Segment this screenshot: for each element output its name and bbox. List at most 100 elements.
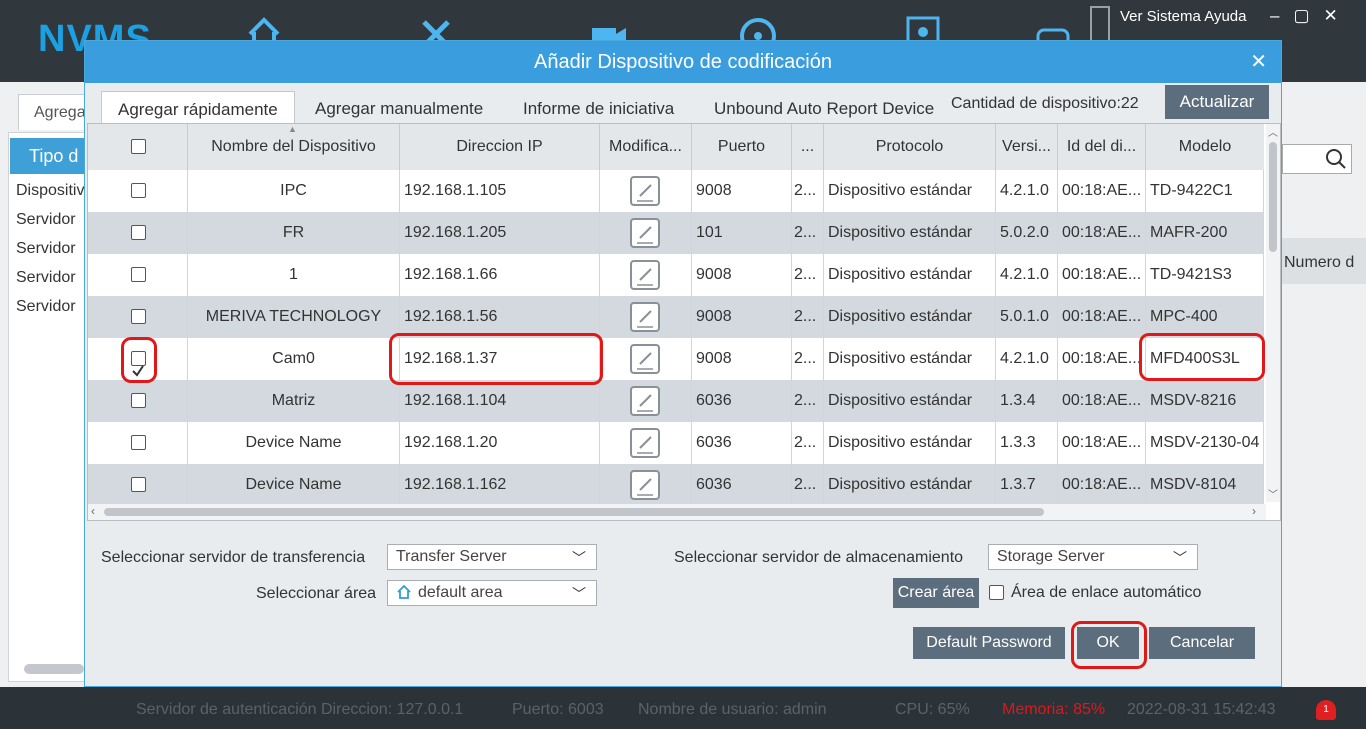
tab-quick-add[interactable]: Agregar rápidamente	[101, 91, 295, 124]
cell-device-name: FR	[188, 212, 400, 254]
vertical-scrollbar[interactable]: ︿ ﹀	[1266, 124, 1280, 502]
highlight-model	[1139, 333, 1265, 381]
background-scrollbar[interactable]	[24, 664, 84, 674]
cell-version: 4.2.1.0	[996, 338, 1058, 380]
cell-device-id: 00:18:AE...	[1058, 422, 1146, 464]
storage-server-label: Seleccionar servidor de almacenamiento	[674, 549, 964, 566]
storage-server-select[interactable]: Storage Server ﹀	[988, 544, 1198, 570]
header-version[interactable]: Versi...	[996, 124, 1058, 170]
tab-manual-add[interactable]: Agregar manualmente	[299, 91, 499, 124]
table-row[interactable]: MERIVA TECHNOLOGY 192.168.1.56 9008 2... Dis…	[88, 296, 1264, 338]
horizontal-scroll-thumb[interactable]	[104, 508, 1044, 516]
table-row[interactable]: Matriz 192.168.1.104 6036 2... Dispositivo e…	[88, 380, 1264, 422]
table-row[interactable]: FR 192.168.1.205 101 2... Dispositivo estánd…	[88, 212, 1264, 254]
cell-version: 4.2.1.0	[996, 254, 1058, 296]
row-checkbox[interactable]	[131, 267, 146, 282]
transfer-server-label: Seleccionar servidor de transferencia	[101, 549, 366, 566]
scroll-right-icon[interactable]: ›	[1252, 504, 1256, 518]
cell-model: MSDV-2130-04	[1146, 422, 1264, 464]
scroll-up-icon[interactable]: ︿	[1268, 124, 1278, 139]
cell-model: MSDV-8104	[1146, 464, 1264, 504]
row-checkbox[interactable]	[131, 225, 146, 240]
user-status: Nombre de usuario: admin	[638, 701, 827, 718]
table-row[interactable]: Cam0 192.168.1.37 9008 2... Dispositivo está…	[88, 338, 1264, 380]
table-row[interactable]: 1 192.168.1.66 9008 2... Dispositivo estánda…	[88, 254, 1264, 296]
main-menu[interactable]: Ver Sistema Ayuda	[1120, 8, 1246, 25]
cancel-button[interactable]: Cancelar	[1149, 627, 1255, 659]
device-type-item[interactable]: Servidor	[16, 240, 76, 258]
search-input[interactable]	[1282, 144, 1352, 174]
transfer-server-value: Transfer Server	[396, 548, 507, 565]
transfer-server-select[interactable]: Transfer Server ﹀	[387, 544, 597, 570]
area-select[interactable]: default area ﹀	[387, 580, 597, 606]
cell-modify	[600, 464, 692, 504]
tab-initiative-report[interactable]: Informe de iniciativa	[507, 91, 690, 124]
cell-device-id: 00:18:AE...	[1058, 296, 1146, 338]
cell-col5: 2...	[792, 422, 824, 464]
cell-version: 5.0.2.0	[996, 212, 1058, 254]
header-device-id[interactable]: Id del di...	[1058, 124, 1146, 170]
cell-modify	[600, 422, 692, 464]
horizontal-scrollbar[interactable]: ‹ ›	[88, 504, 1266, 520]
cell-col5: 2...	[792, 254, 824, 296]
edit-icon[interactable]	[630, 302, 660, 332]
header-modify[interactable]: Modifica...	[600, 124, 692, 170]
device-type-item[interactable]: Servidor	[16, 298, 76, 316]
table-row[interactable]: IPC 192.168.1.105 9008 2... Dispositivo está…	[88, 170, 1264, 212]
edit-icon[interactable]	[630, 218, 660, 248]
cell-checkbox	[88, 170, 188, 212]
alarm-bell-icon[interactable]: 1	[1316, 700, 1336, 720]
edit-icon[interactable]	[630, 344, 660, 374]
header-protocol[interactable]: Protocolo	[824, 124, 996, 170]
cell-modify	[600, 296, 692, 338]
device-type-item[interactable]: Servidor	[16, 269, 76, 287]
header-device-name[interactable]: Nombre del Dispositivo	[188, 124, 400, 170]
scroll-down-icon[interactable]: ﹀	[1268, 486, 1278, 501]
edit-icon[interactable]	[630, 176, 660, 206]
row-checkbox[interactable]	[131, 393, 146, 408]
cell-checkbox	[88, 422, 188, 464]
cell-ip: 192.168.1.205	[400, 212, 600, 254]
edit-icon[interactable]	[630, 260, 660, 290]
edit-icon[interactable]	[630, 470, 660, 500]
edit-icon[interactable]	[630, 428, 660, 458]
edit-icon[interactable]	[630, 386, 660, 416]
cell-version: 5.0.1.0	[996, 296, 1058, 338]
auto-link-area-checkbox[interactable]	[989, 585, 1004, 600]
device-type-item[interactable]: Servidor	[16, 211, 76, 229]
row-checkbox[interactable]	[131, 477, 146, 492]
scroll-left-icon[interactable]: ‹	[91, 504, 95, 518]
auth-server-status: Servidor de autenticación Direccion: 127…	[136, 701, 464, 718]
row-checkbox[interactable]	[131, 435, 146, 450]
cell-device-name: Device Name	[188, 422, 400, 464]
header-col5[interactable]: ...	[792, 124, 824, 170]
table-row[interactable]: Device Name 192.168.1.20 6036 2... Dispositi…	[88, 422, 1264, 464]
header-port[interactable]: Puerto	[692, 124, 792, 170]
chevron-down-icon: ﹀	[1173, 550, 1187, 566]
table-row[interactable]: Device Name 192.168.1.162 6036 2... Disposit…	[88, 464, 1264, 504]
cell-protocol: Dispositivo estándar	[824, 338, 996, 380]
row-checkbox[interactable]	[131, 183, 146, 198]
header-model[interactable]: Modelo	[1146, 124, 1264, 170]
default-password-button[interactable]: Default Password	[913, 627, 1065, 659]
table-header: ▲ Nombre del Dispositivo Direccion IP Mo…	[88, 124, 1264, 170]
tab-unbound-auto-report[interactable]: Unbound Auto Report Device	[698, 91, 950, 124]
refresh-button[interactable]: Actualizar	[1165, 85, 1269, 119]
header-ip[interactable]: Direccion IP	[400, 124, 600, 170]
cell-port: 101	[692, 212, 792, 254]
select-all-checkbox[interactable]	[131, 139, 146, 154]
auto-link-area-label: Área de enlace automático	[1011, 584, 1202, 601]
window-controls[interactable]: –▢✕	[1270, 6, 1352, 26]
cell-model: MPC-400	[1146, 296, 1264, 338]
vertical-scroll-thumb[interactable]	[1269, 142, 1277, 252]
device-type-item[interactable]: Dispositiv	[16, 182, 84, 200]
cell-col5: 2...	[792, 464, 824, 504]
close-icon[interactable]: ✕	[1250, 49, 1267, 74]
row-checkbox[interactable]	[131, 309, 146, 324]
cell-device-id: 00:18:AE...	[1058, 338, 1146, 380]
cell-port: 9008	[692, 254, 792, 296]
device-type-header: Tipo d	[10, 138, 86, 174]
background-tab[interactable]: Agrega	[18, 94, 90, 130]
cell-ip: 192.168.1.104	[400, 380, 600, 422]
create-area-button[interactable]: Crear área	[893, 578, 979, 608]
